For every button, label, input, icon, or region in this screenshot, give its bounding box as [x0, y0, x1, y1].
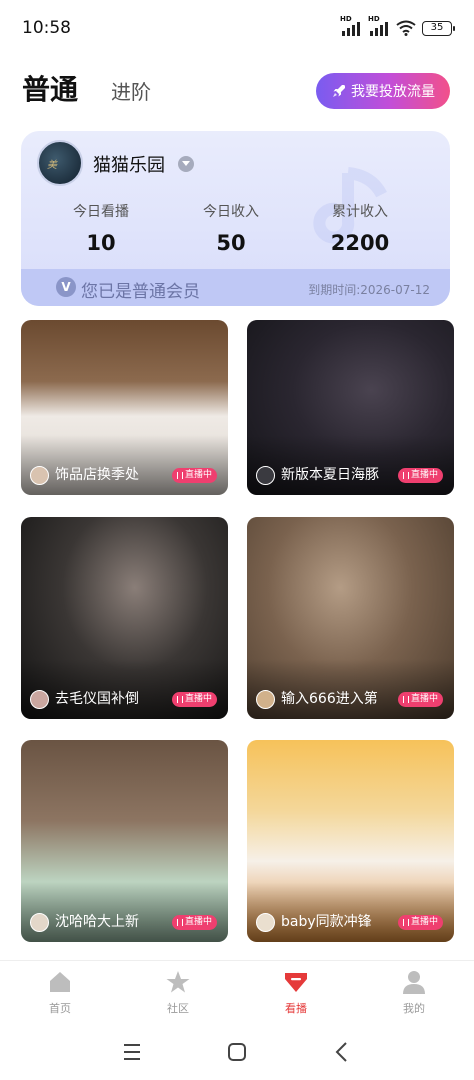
streamer-avatar — [30, 913, 49, 932]
membership-status: 您已是普通会员 — [81, 282, 200, 302]
stat-today-views: 今日看播 10 — [31, 201, 171, 255]
vip-badge-icon: V — [56, 277, 76, 297]
nav-community[interactable]: 社区 — [138, 969, 218, 1016]
live-tile[interactable]: 饰品店换季处 直播中 — [21, 320, 228, 495]
stat-value: 2200 — [330, 231, 390, 255]
account-avatar[interactable]: 美 — [37, 140, 83, 186]
live-badge: 直播中 — [397, 692, 443, 707]
star-icon — [166, 971, 190, 993]
signal-hd-label: HD — [340, 15, 352, 23]
streamer-avatar — [256, 913, 275, 932]
live-tile[interactable]: 输入666进入第 直播中 — [247, 517, 454, 719]
membership-bar: V 您已是普通会员 到期时间:2026-07-12 — [21, 269, 450, 306]
signal-icon: HD — [368, 15, 390, 36]
stat-label: 今日收入 — [203, 204, 259, 220]
nav-watch-live[interactable]: 看播 — [256, 969, 336, 1016]
live-tile[interactable]: 新版本夏日海豚 直播中 — [247, 320, 454, 495]
nav-label: 首页 — [49, 1002, 71, 1015]
live-title: 沈哈哈大上新 — [55, 914, 139, 930]
nav-label: 看播 — [285, 1002, 307, 1015]
tab-normal[interactable]: 普通 — [22, 68, 78, 108]
live-tile[interactable]: 去毛仪国补倒 直播中 — [21, 517, 228, 719]
nav-label: 社区 — [167, 1002, 189, 1015]
signal-icon: HD — [340, 15, 362, 36]
streamer-avatar — [256, 690, 275, 709]
mode-tabs: 普通 进阶 我要投放流量 — [0, 62, 474, 122]
stat-total-income: 累计收入 2200 — [290, 201, 430, 255]
status-icons: HD HD 35 — [340, 15, 455, 36]
live-bars-icon — [402, 472, 409, 479]
member-card: 美 猫猫乐园 今日看播 10 今日收入 50 累计收入 2200 V 您已是普通… — [21, 131, 450, 306]
profile-icon — [403, 971, 425, 994]
live-tile[interactable]: 沈哈哈大上新 直播中 — [21, 740, 228, 942]
live-badge: 直播中 — [171, 468, 217, 483]
promote-traffic-label: 我要投放流量 — [351, 84, 435, 100]
stat-label: 今日看播 — [73, 204, 129, 220]
back-icon[interactable] — [327, 1040, 357, 1064]
live-title: 饰品店换季处 — [55, 467, 139, 483]
promote-traffic-button[interactable]: 我要投放流量 — [316, 73, 450, 109]
nav-label: 我的 — [403, 1002, 425, 1015]
rocket-icon — [333, 85, 345, 97]
live-bars-icon — [176, 472, 183, 479]
bottom-navigation: 首页 社区 看播 我的 — [0, 960, 474, 1024]
live-bars-icon — [176, 919, 183, 926]
stat-today-income: 今日收入 50 — [161, 201, 301, 255]
streamer-avatar — [256, 466, 275, 485]
live-badge-label: 直播中 — [410, 470, 438, 480]
live-badge-label: 直播中 — [410, 917, 438, 927]
live-badge-label: 直播中 — [184, 917, 212, 927]
live-badge-label: 直播中 — [184, 470, 212, 480]
account-name[interactable]: 猫猫乐园 — [93, 151, 165, 177]
live-bars-icon — [176, 696, 183, 703]
watch-live-icon — [285, 973, 307, 992]
home-square-icon[interactable] — [222, 1040, 252, 1064]
live-badge: 直播中 — [397, 468, 443, 483]
live-bars-icon — [402, 919, 409, 926]
live-badge: 直播中 — [397, 915, 443, 930]
home-icon — [50, 972, 70, 992]
live-badge: 直播中 — [171, 915, 217, 930]
signal-hd-label: HD — [368, 15, 380, 23]
tab-advanced[interactable]: 进阶 — [111, 76, 151, 105]
live-bars-icon — [402, 696, 409, 703]
live-title: baby同款冲锋 — [281, 914, 372, 930]
stat-label: 累计收入 — [332, 204, 388, 220]
live-title: 输入666进入第 — [281, 691, 378, 707]
wifi-icon — [396, 20, 416, 36]
live-badge: 直播中 — [171, 692, 217, 707]
menu-icon[interactable] — [117, 1040, 147, 1064]
status-bar: 10:58 HD HD 35 — [0, 0, 474, 58]
nav-home[interactable]: 首页 — [20, 969, 100, 1016]
live-badge-label: 直播中 — [410, 694, 438, 704]
system-navigation — [0, 1028, 474, 1080]
battery-icon: 35 — [422, 20, 455, 36]
live-tile[interactable]: baby同款冲锋 直播中 — [247, 740, 454, 942]
status-time: 10:58 — [22, 18, 71, 38]
live-title: 新版本夏日海豚 — [281, 467, 379, 483]
stat-value: 50 — [216, 231, 246, 255]
streamer-avatar — [30, 466, 49, 485]
live-title: 去毛仪国补倒 — [55, 691, 139, 707]
chevron-down-icon[interactable] — [178, 156, 194, 172]
stat-value: 10 — [86, 231, 116, 255]
streamer-avatar — [30, 690, 49, 709]
nav-profile[interactable]: 我的 — [374, 969, 454, 1016]
membership-expiry: 到期时间:2026-07-12 — [308, 283, 430, 297]
avatar-text: 美 — [47, 160, 57, 171]
live-badge-label: 直播中 — [184, 694, 212, 704]
